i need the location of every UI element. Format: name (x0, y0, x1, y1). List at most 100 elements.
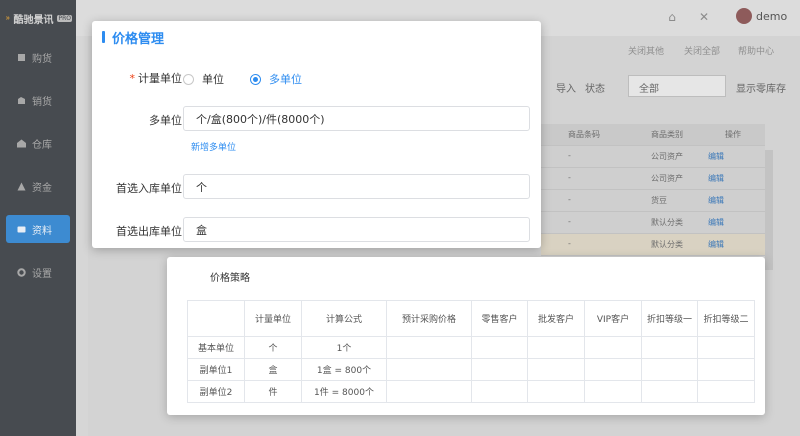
cell-unit-name: 副单位2 (187, 380, 245, 403)
radio-label: 多单位 (269, 73, 302, 86)
show-zero-stock-toggle[interactable]: 显示零库存 (736, 80, 786, 95)
close-others-button[interactable]: 关闭其他 (628, 44, 664, 57)
edit-link[interactable]: 编辑 (708, 173, 724, 184)
cell-wholesale[interactable] (527, 358, 585, 381)
cell-barcode: - (568, 173, 571, 182)
radio-label: 单位 (202, 73, 224, 86)
table-row: - 公司资产 编辑 (541, 168, 765, 190)
default-out-unit-input[interactable]: 盒 (183, 217, 530, 242)
sidebar-item-label: 资料 (32, 225, 52, 237)
cell-formula: 1盒 = 800个 (301, 358, 387, 381)
edit-link[interactable]: 编辑 (708, 239, 724, 250)
sidebar-item-label: 仓库 (32, 139, 52, 151)
default-in-unit-input[interactable]: 个 (183, 174, 530, 199)
header-formula: 计算公式 (301, 300, 387, 337)
cell-unit: 件 (244, 380, 302, 403)
header-category: 商品类别 (651, 130, 683, 139)
radio-checked-icon (250, 73, 261, 85)
cell-category: 默认分类 (651, 218, 683, 227)
add-multi-unit-link[interactable]: 新增多单位 (191, 140, 236, 153)
cell-category: 公司资产 (651, 152, 683, 161)
sidebar-item-settings[interactable]: 设置 (6, 258, 70, 286)
help-center-link[interactable]: 帮助中心 (738, 44, 774, 57)
cell-vip[interactable] (584, 358, 642, 381)
cell-retail[interactable] (471, 336, 528, 359)
radio-multi-unit[interactable]: 多单位 (250, 71, 302, 87)
cell-vip[interactable] (584, 336, 642, 359)
table-row: - 默认分类 编辑 (541, 234, 765, 256)
cell-discount-2[interactable] (697, 380, 755, 403)
cell-barcode: - (568, 195, 571, 204)
dialog-title: 价格管理 (102, 27, 164, 47)
price-management-dialog: 价格管理 * 计量单位 单位 多单位 多单位 个/盒(800个)/件(8000个)… (92, 21, 541, 248)
sidebar-item-warehouse[interactable]: 仓库 (6, 129, 70, 157)
cell-discount-1[interactable] (641, 336, 698, 359)
status-select[interactable]: 全部 (628, 75, 726, 97)
default-in-unit-label: 首选入库单位 (116, 182, 182, 195)
edit-link[interactable]: 编辑 (708, 151, 724, 162)
logo-tag: PRO (57, 14, 72, 22)
purchase-icon (18, 53, 25, 61)
cell-purchase-price[interactable] (386, 380, 472, 403)
username[interactable]: demo (756, 10, 787, 23)
cell-unit-name: 基本单位 (187, 336, 245, 359)
cell-category: 公司资产 (651, 174, 683, 183)
sidebar-item-purchase[interactable]: 购货 (6, 43, 70, 71)
status-label: 状态 (585, 84, 605, 95)
cell-unit-name: 副单位1 (187, 358, 245, 381)
sales-icon (18, 96, 25, 104)
table-row: - 默认分类 编辑 (541, 212, 765, 234)
header-wholesale: 批发客户 (527, 300, 585, 337)
cell-retail[interactable] (471, 380, 528, 403)
edit-link[interactable]: 编辑 (708, 217, 724, 228)
cell-discount-1[interactable] (641, 380, 698, 403)
sidebar-item-data[interactable]: 资料 (6, 215, 70, 243)
edit-link[interactable]: 编辑 (708, 195, 724, 206)
price-strategy-table: 计量单位 计算公式 预计采购价格 零售客户 批发客户 VIP客户 折扣等级一 折… (187, 300, 755, 403)
title-accent-bar (102, 31, 105, 43)
import-button[interactable]: 导入 (556, 80, 576, 95)
cell-category: 货豆 (651, 196, 667, 205)
table-row: 副单位1 盒 1盒 = 800个 (187, 358, 755, 381)
price-strategy-title: 价格策略 (210, 273, 250, 284)
cell-wholesale[interactable] (527, 336, 585, 359)
table-row: - 公司资产 编辑 (541, 146, 765, 168)
cell-retail[interactable] (471, 358, 528, 381)
table-row: - 货豆 编辑 (541, 190, 765, 212)
sidebar-item-sales[interactable]: 销货 (6, 86, 70, 114)
unit-type-label-text: 计量单位 (138, 72, 182, 85)
multi-unit-label: 多单位 (149, 114, 182, 127)
header-discount-1: 折扣等级一 (641, 300, 698, 337)
sidebar-item-funds[interactable]: 资金 (6, 172, 70, 200)
home-icon[interactable]: ⌂ (665, 10, 679, 24)
vertical-scrollbar[interactable] (765, 150, 773, 270)
cell-discount-2[interactable] (697, 358, 755, 381)
cell-barcode: - (568, 151, 571, 160)
cell-category: 默认分类 (651, 240, 683, 249)
cell-purchase-price[interactable] (386, 358, 472, 381)
table-header: 商品条码 商品类别 操作 (541, 124, 765, 146)
price-strategy-panel: 价格策略 计量单位 计算公式 预计采购价格 零售客户 批发客户 VIP客户 折扣… (167, 257, 765, 415)
funds-icon (17, 182, 26, 190)
sidebar-item-label: 设置 (32, 268, 52, 280)
radio-unchecked-icon (183, 73, 194, 85)
app-logo: 酷驰景讯 PRO (6, 8, 72, 28)
close-icon[interactable]: ✕ (697, 10, 711, 24)
cell-barcode: - (568, 239, 571, 248)
cell-formula: 1个 (301, 336, 387, 359)
multi-unit-input[interactable]: 个/盒(800个)/件(8000个) (183, 106, 530, 131)
cell-purchase-price[interactable] (386, 336, 472, 359)
cell-unit: 盒 (244, 358, 302, 381)
close-all-button[interactable]: 关闭全部 (684, 44, 720, 57)
table-row: 副单位2 件 1件 = 8000个 (187, 380, 755, 403)
cell-discount-1[interactable] (641, 358, 698, 381)
radio-single-unit[interactable]: 单位 (183, 71, 224, 87)
gear-icon (17, 267, 26, 277)
cell-vip[interactable] (584, 380, 642, 403)
cell-wholesale[interactable] (527, 380, 585, 403)
cell-unit: 个 (244, 336, 302, 359)
avatar[interactable] (736, 8, 752, 24)
cell-discount-2[interactable] (697, 336, 755, 359)
header-actions: 操作 (725, 130, 741, 139)
unit-type-label: * 计量单位 (92, 70, 183, 86)
